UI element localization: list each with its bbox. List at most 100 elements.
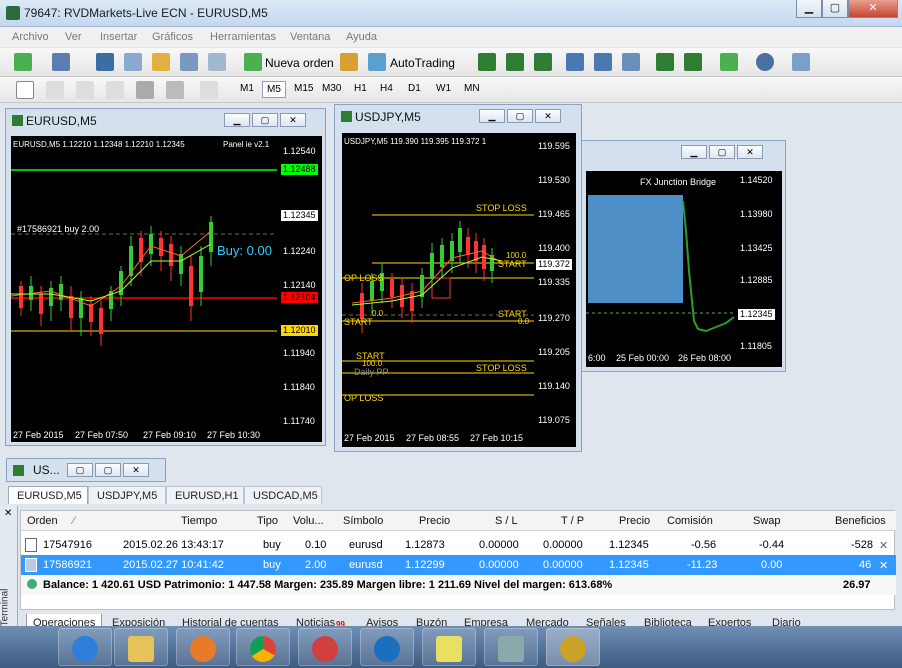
col-tp[interactable]: T / P [561,515,584,527]
chart-restore-button[interactable]: ▢ [507,109,533,123]
col-sl[interactable]: S / L [495,515,518,527]
chart-minimize-button[interactable]: ▁ [479,109,505,123]
chart-restore-button[interactable]: ▢ [67,463,93,477]
chart-minimize-button[interactable]: ▁ [224,113,250,127]
taskbar-app[interactable] [360,628,414,666]
minimize-button[interactable]: ▁ [796,0,822,18]
vertical-line-icon[interactable] [76,81,94,99]
data-window-icon[interactable] [124,53,142,71]
col-volumen[interactable]: Volu... [293,515,324,527]
new-order-icon[interactable] [244,53,262,71]
maximize-button[interactable]: ▢ [822,0,848,18]
menu-archivo[interactable]: Archivo [12,31,49,43]
text-icon[interactable] [200,81,218,99]
chart-window-usdjpy-m5[interactable]: USDJPY,M5 ▁ ▢ ✕ USDJPY,M5 119.390 119.39… [334,104,582,452]
taskbar-notes[interactable] [422,628,476,666]
col-precio[interactable]: Precio [419,515,450,527]
candles-icon[interactable] [506,53,524,71]
indicators-icon[interactable] [720,53,738,71]
crosshair-icon[interactable] [46,81,64,99]
col-simbolo[interactable]: Símbolo [343,515,383,527]
col-tiempo[interactable]: Tiempo [181,515,217,527]
taskbar-chrome[interactable] [236,628,290,666]
trendline-icon[interactable] [136,81,154,99]
chart-canvas-usdjpy[interactable]: USDJPY,M5 119.390 119.395 119.372 1 STOP… [342,133,534,447]
timeframe-m15[interactable]: M15 [290,81,317,96]
close-terminal-icon[interactable]: ✕ [4,508,12,519]
taskbar-calculator[interactable] [484,628,538,666]
col-comision[interactable]: Comisión [667,515,713,527]
timeframe-m30[interactable]: M30 [318,81,345,96]
col-precio-actual[interactable]: Precio [619,515,650,527]
zoom-in-icon[interactable] [566,53,584,71]
zoom-out-icon[interactable] [594,53,612,71]
chart-close-button[interactable]: ✕ [280,113,306,127]
periods-icon[interactable] [756,53,774,71]
timeframe-d1[interactable]: D1 [404,81,425,96]
chart-window-eurusd-m5[interactable]: EURUSD,M5 ▁ ▢ ✕ EURUSD,M5 1.12210 1.1234… [5,108,326,446]
menu-ventana[interactable]: Ventana [290,31,330,43]
chart-tab-eurusd-h1[interactable]: EURUSD,H1 [166,486,244,504]
chart-close-button[interactable]: ✕ [737,145,763,159]
bar-chart-icon[interactable] [478,53,496,71]
auto-scroll-icon[interactable] [656,53,674,71]
chart-shift-icon[interactable] [684,53,702,71]
timeframe-m1[interactable]: M1 [236,81,258,96]
profiles-icon[interactable] [52,53,70,71]
col-tipo[interactable]: Tipo [257,515,278,527]
timeframe-m5[interactable]: M5 [262,81,286,98]
chart-canvas-eurusd[interactable]: EURUSD,M5 1.12210 1.12348 1.12210 1.1234… [11,136,277,442]
col-swap[interactable]: Swap [753,515,781,527]
taskbar-ie[interactable] [58,628,112,666]
terminal-icon[interactable] [180,53,198,71]
col-beneficios[interactable]: Beneficios [835,515,886,527]
close-order-icon[interactable]: ✕ [879,559,888,572]
taskbar-metatrader[interactable] [546,628,600,666]
market-watch-icon[interactable] [96,53,114,71]
tile-windows-icon[interactable] [622,53,640,71]
timeframe-h4[interactable]: H4 [376,81,397,96]
close-order-icon[interactable]: ✕ [879,539,888,552]
chart-tab-usdcad-m5[interactable]: USDCAD,M5 [244,486,322,504]
minimized-chart-window[interactable]: US... ▢ ▢ ✕ [6,458,166,482]
taskbar-snipping[interactable] [298,628,352,666]
main-toolbar: Nueva orden AutoTrading [0,48,902,77]
navigator-icon[interactable] [152,53,170,71]
autotrading-icon[interactable] [368,53,386,71]
order-doc-icon [25,538,37,552]
taskbar-media[interactable] [176,628,230,666]
chart-maximize-button[interactable]: ▢ [95,463,121,477]
line-chart-icon[interactable] [534,53,552,71]
horizontal-line-icon[interactable] [106,81,124,99]
taskbar-explorer[interactable] [114,628,168,666]
autotrading-button[interactable]: AutoTrading [390,56,455,70]
new-chart-icon[interactable] [14,53,32,71]
menu-herramientas[interactable]: Herramientas [210,31,276,43]
table-row[interactable]: 17547916 2015.02.26 13:43:17 buy 0.10 eu… [21,535,896,555]
timeframe-w1[interactable]: W1 [432,81,455,96]
timeframe-h1[interactable]: H1 [350,81,371,96]
col-orden[interactable]: Orden [27,515,58,527]
shapes-icon[interactable] [166,81,184,99]
chart-close-button[interactable]: ✕ [123,463,149,477]
chart-restore-button[interactable]: ▢ [252,113,278,127]
table-row[interactable]: 17586921 2015.02.27 10:41:42 buy 2.00 eu… [21,555,896,575]
chart-close-button[interactable]: ✕ [535,109,561,123]
chart-tab-eurusd-m5[interactable]: EURUSD,M5 [8,486,88,504]
close-button[interactable]: ✕ [848,0,898,18]
menu-ayuda[interactable]: Ayuda [346,31,377,43]
timeframe-mn[interactable]: MN [460,81,484,96]
chart-canvas-h1[interactable]: FX Junction Bridge 6:00 25 Feb 00:00 26 … [586,171,736,367]
chart-restore-button[interactable]: ▢ [709,145,735,159]
templates-icon[interactable] [792,53,810,71]
cursor-icon[interactable] [16,81,34,99]
menu-ver[interactable]: Ver [65,31,82,43]
menu-graficos[interactable]: Gráficos [152,31,193,43]
chart-window-eurusd-h1[interactable]: ▁ ▢ ✕ FX Junction Bridge 6:00 25 Feb 00:00… [580,140,786,372]
chart-minimize-button[interactable]: ▁ [681,145,707,159]
metaeditor-icon[interactable] [340,53,358,71]
tester-icon[interactable] [208,53,226,71]
menu-insertar[interactable]: Insertar [100,31,137,43]
chart-tab-usdjpy-m5[interactable]: USDJPY,M5 [88,486,166,504]
new-order-button[interactable]: Nueva orden [265,56,334,70]
